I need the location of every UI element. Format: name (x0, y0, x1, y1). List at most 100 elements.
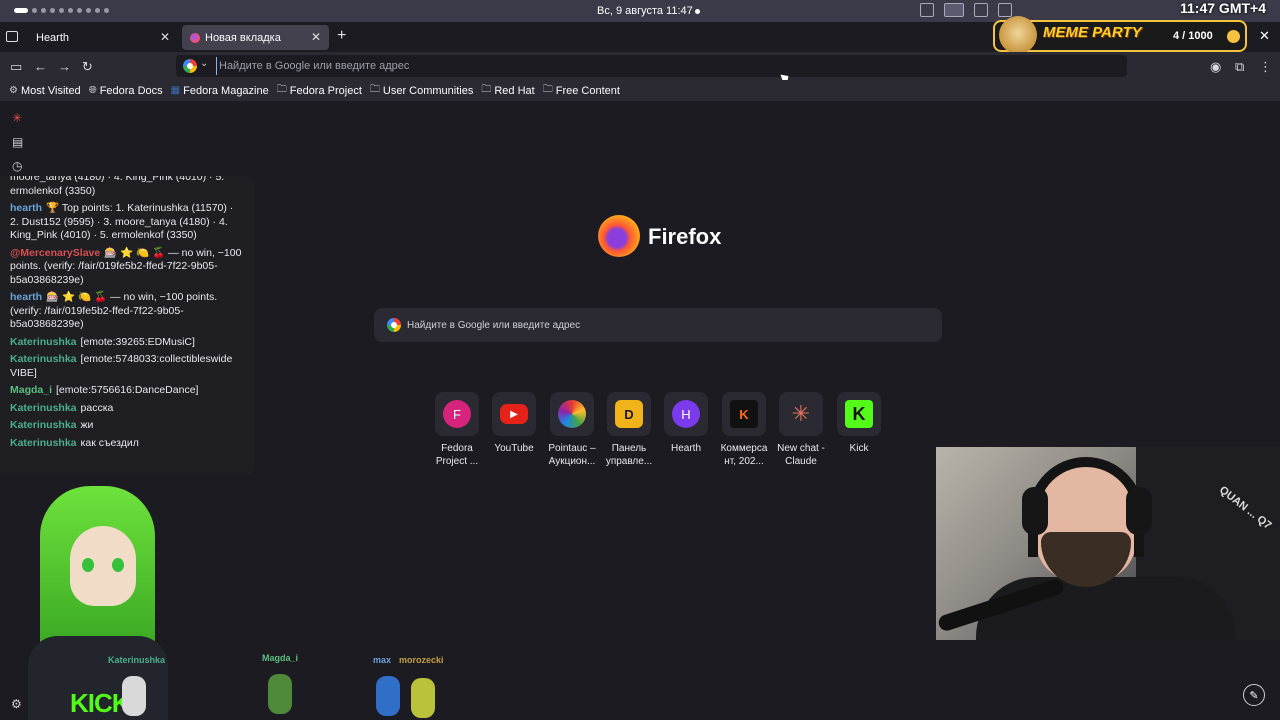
history-icon[interactable]: ◷ (12, 159, 22, 173)
vtuber-avatar: KICK (0, 486, 175, 720)
viewer-avatar (122, 676, 146, 716)
url-input[interactable] (216, 57, 1106, 75)
meme-party-score: 4 / 1000 (1173, 30, 1213, 42)
bookmark-most-visited[interactable]: ⚙ Most Visited (9, 85, 81, 97)
google-icon[interactable] (183, 59, 197, 73)
menu-icon[interactable]: ⋮ (1259, 59, 1272, 75)
shortcut-tile-fedora[interactable]: F Fedora Project ... (429, 392, 485, 468)
workspace-indicator[interactable] (14, 8, 109, 13)
forward-icon[interactable]: → (58, 59, 71, 74)
shortcut-tile-kommersant[interactable]: K Коммерса нт, 202... (716, 392, 772, 468)
bookmark-folder-fedora-project[interactable]: 🗀 Fedora Project (277, 82, 362, 99)
chat-message: hearth 🏆 Top points: 1. Katerinushka (115… (10, 202, 244, 243)
account-icon[interactable]: ◉ (1210, 59, 1221, 75)
tile-label: YouTube (494, 443, 534, 454)
bookmark-folder-user-communities[interactable]: 🗀 User Communities (370, 82, 473, 99)
viewer-avatar (376, 676, 400, 716)
bookmark-fedora-docs[interactable]: 🌐︎ Fedora Docs (89, 85, 163, 97)
tray-app-icon[interactable] (974, 3, 988, 17)
firefox-favicon-icon (190, 32, 200, 43)
chat-message: Katerinushka как съездил (10, 437, 244, 451)
bookmark-fedora-magazine[interactable]: ▦ Fedora Magazine (171, 85, 269, 97)
shortcut-tile-kick[interactable]: K Kick (831, 392, 887, 455)
webcam-feed: QUAN ... Q7 (936, 447, 1280, 640)
tray-app-icon[interactable] (920, 3, 934, 17)
viewer-name: Magda_i (262, 653, 299, 663)
ai-chat-icon[interactable]: ✳ (12, 111, 22, 125)
address-bar[interactable]: ⌄ (176, 55, 1127, 77)
synced-tabs-icon[interactable]: ▤ (12, 135, 23, 149)
chat-text: как съездил (80, 436, 139, 449)
chat-message: Katerinushka [emote:39265:EDMusiC] (10, 336, 244, 350)
viewer-name: max (373, 655, 392, 665)
chat-nick: Katerinushka (10, 436, 77, 449)
chevron-down-icon[interactable]: ⌄ (200, 58, 208, 69)
close-tab-icon[interactable]: ✕ (311, 30, 321, 44)
tab-hearth[interactable]: Hearth ✕ (28, 25, 178, 50)
kommersant-icon: K (730, 400, 758, 428)
customize-pencil-icon[interactable]: ✎ (1243, 684, 1265, 706)
system-clock[interactable]: Вс, 9 августа 11:47 (597, 5, 693, 17)
new-tab-plus-icon[interactable]: + (337, 27, 346, 45)
chat-message: @MercenarySlave 🎰 ⭐ 🍋 🍒 — no win, −100 po… (10, 247, 244, 288)
tray-app-icon[interactable] (998, 3, 1012, 17)
stream-clock-overlay: 11:47 GMT+4 (1180, 0, 1266, 16)
tab-label: Новая вкладка (205, 31, 281, 44)
firefox-logo-icon (598, 215, 640, 257)
settings-gear-icon[interactable]: ⚙ (11, 697, 22, 711)
kick-icon: K (845, 400, 873, 428)
chat-message: Katerinushka [emote:5748033:collectiblesw… (10, 353, 244, 380)
shortcut-tile-dashboard[interactable]: D Панель управле... (601, 392, 657, 468)
chat-text: [emote:5756616:DanceDance] (56, 384, 199, 396)
fedora-project-icon: F (443, 400, 471, 428)
globe-icon: 🌐︎ (88, 85, 97, 96)
chat-message: Katerinushka жи (10, 419, 244, 433)
bookmarks-toolbar: ⚙ Most Visited 🌐︎ Fedora Docs ▦ Fedora Maga… (0, 80, 1280, 101)
tile-label: Kick (849, 443, 869, 454)
tile-label: Fedora Project ... (435, 443, 479, 467)
tab-new-tab[interactable]: Новая вкладка ✕ (182, 25, 329, 50)
viewer-avatar (268, 674, 292, 714)
tile-label: Панель управле... (605, 443, 653, 467)
tab-list-icon[interactable] (6, 31, 18, 42)
sidebar-toggle-icon[interactable]: ▭ (10, 59, 22, 75)
chat-nick: Katerinushka (10, 419, 77, 431)
bookmark-folder-red-hat[interactable]: 🗀 Red Hat (481, 82, 534, 99)
chat-message: moore_tanya (4180) · 4. King_Pink (4010)… (10, 176, 225, 197)
hearth-icon: H (672, 400, 700, 428)
close-window-icon[interactable]: ✕ (1259, 28, 1270, 44)
newtab-search-input[interactable] (407, 317, 907, 333)
tile-label: Pointauc – Аукцион... (548, 443, 596, 467)
donationalerts-icon: D (615, 400, 643, 428)
shortcut-tile-claude[interactable]: ✳ New chat - Claude (773, 392, 829, 468)
newtab-search-box[interactable] (374, 308, 942, 342)
fedora-magazine-icon: ▦ (170, 85, 181, 96)
shortcut-tile-pointauc[interactable]: Pointauc – Аукцион... (544, 392, 600, 468)
back-icon[interactable]: ← (34, 59, 47, 74)
system-top-bar: Вс, 9 августа 11:47 11:47 GMT+4 (0, 0, 1280, 22)
meme-party-title: MEME PARTY (1043, 24, 1142, 41)
folder-icon: 🗀 (542, 84, 553, 95)
bookmark-folder-free-content[interactable]: 🗀 Free Content (543, 82, 620, 99)
extensions-icon[interactable]: ⧉ (1235, 59, 1244, 75)
coin-icon (1227, 30, 1240, 43)
tray-app-icon[interactable] (944, 3, 964, 17)
system-tray[interactable] (920, 3, 1012, 17)
gear-icon: ⚙ (9, 85, 18, 96)
meme-party-widget: MEME PARTY 4 / 1000 (993, 16, 1247, 54)
chat-nick: Katerinushka (10, 353, 77, 365)
chat-message: hearth 🎰 ⭐ 🍋 🍒 — no win, −100 points. (ve… (10, 291, 244, 332)
close-tab-icon[interactable]: ✕ (160, 30, 170, 44)
chat-nick: @MercenarySlave (10, 246, 101, 259)
shortcut-tile-youtube[interactable]: ▶ YouTube (486, 392, 542, 455)
chat-text: расска (80, 401, 114, 414)
shortcut-tile-hearth[interactable]: H Hearth (658, 392, 714, 455)
avatar-shirt-text: KICK (70, 688, 131, 718)
chat-text: 🏆 Top points: 1. Katerinushka (11570) · … (10, 202, 234, 241)
google-icon (387, 318, 401, 332)
chat-nick: Katerinushka (10, 401, 77, 414)
tile-label: Коммерса нт, 202... (720, 443, 768, 467)
chat-nick: Magda_i (10, 384, 53, 396)
viewer-name: morozecki (399, 655, 444, 665)
reload-icon[interactable]: ↻ (82, 59, 93, 75)
